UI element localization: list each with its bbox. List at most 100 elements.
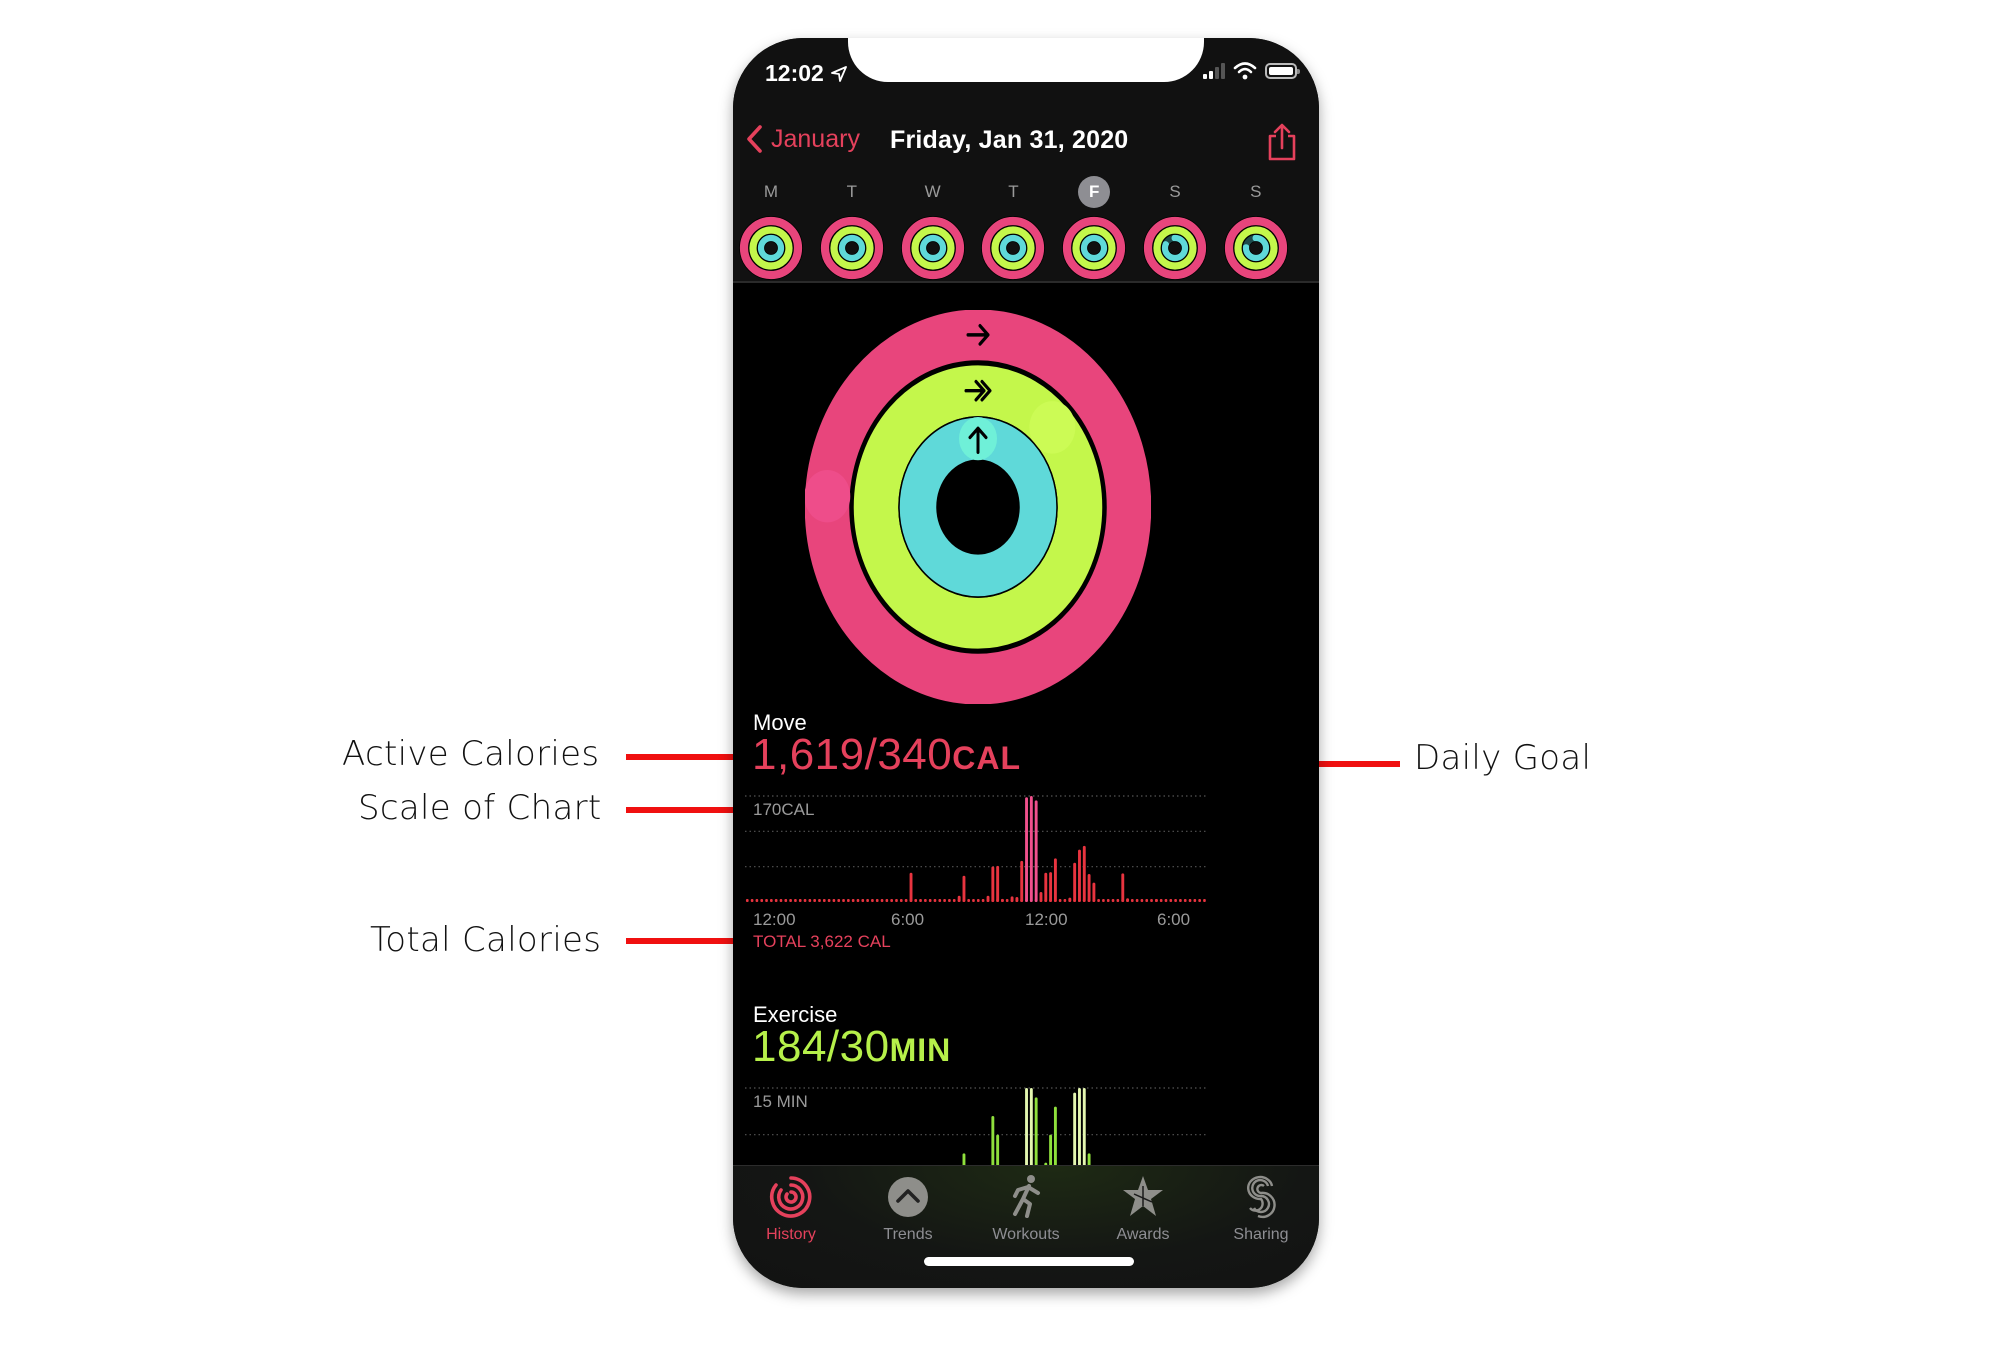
baseline-dot <box>798 899 802 902</box>
baseline-dot <box>856 899 860 902</box>
baseline-dot <box>1116 899 1120 902</box>
awards-icon <box>1123 1176 1163 1216</box>
tab-awards[interactable]: Awards <box>1088 1166 1198 1244</box>
baseline-dot <box>904 899 908 902</box>
chart-bar <box>1015 897 1019 902</box>
chart-bar <box>1092 882 1096 902</box>
chart-bar <box>1073 862 1077 902</box>
chart-bar <box>1025 797 1028 902</box>
exercise-value-unit: MIN <box>889 1032 952 1068</box>
baseline-dot <box>1150 899 1153 902</box>
tab-label: History <box>766 1226 816 1243</box>
tab-sharing[interactable]: Sharing <box>1206 1166 1316 1244</box>
baseline-dot <box>976 899 980 902</box>
move-xtick-0: 12:00 <box>753 910 796 929</box>
baseline-dot <box>981 899 985 902</box>
tab-label: Trends <box>883 1226 933 1243</box>
baseline-dot <box>914 899 918 902</box>
day-letter: T <box>1008 182 1019 201</box>
annotation-arrow-scale <box>626 807 736 813</box>
baseline-dot <box>928 899 932 902</box>
chart-bar <box>1126 898 1130 902</box>
baseline-dot <box>1102 899 1105 902</box>
share-icon[interactable] <box>1265 122 1299 162</box>
week-day-2[interactable]: W <box>900 176 966 280</box>
baseline-dot <box>1159 899 1163 902</box>
baseline-dot <box>1058 899 1062 902</box>
annotation-active-calories: Active Calories <box>342 734 600 774</box>
baseline-dot <box>861 899 865 902</box>
baseline-dot <box>1135 899 1139 902</box>
tab-trends[interactable]: Trends <box>853 1166 963 1244</box>
baseline-dot <box>1111 899 1115 902</box>
chart-bar <box>1034 800 1038 902</box>
week-day-1[interactable]: T <box>819 176 885 280</box>
baseline-dot <box>832 899 836 902</box>
tab-history[interactable]: History <box>736 1166 846 1244</box>
move-xtick-2: 12:00 <box>1025 910 1068 929</box>
day-letter: S <box>1169 182 1181 201</box>
baseline-dot <box>1193 899 1197 902</box>
baseline-dot <box>938 899 942 902</box>
move-value: 1,619/340CAL <box>752 730 1021 780</box>
day-letter: F <box>1078 176 1111 208</box>
chart-bar <box>957 895 961 902</box>
baseline-dot <box>880 899 884 902</box>
baseline-dot <box>803 899 807 902</box>
move-value-number: 1,619/340 <box>752 730 953 779</box>
sharing-icon <box>1247 1175 1276 1219</box>
week-day-3[interactable]: T <box>980 176 1046 280</box>
baseline-dot <box>813 899 816 902</box>
page-title: Friday, Jan 31, 2020 <box>890 126 1129 154</box>
baseline-dot <box>933 899 937 902</box>
baseline-dot <box>822 899 826 902</box>
mini-activity-rings <box>1062 216 1127 280</box>
baseline-dot <box>1174 899 1177 902</box>
activity-rings <box>805 310 1151 704</box>
baseline-dot <box>847 899 850 902</box>
chart-bar <box>1121 873 1125 902</box>
location-arrow-icon <box>831 66 847 82</box>
chart-bar <box>1020 860 1024 902</box>
baseline-dot <box>866 899 869 902</box>
trends-icon <box>888 1177 928 1217</box>
mini-activity-rings <box>900 216 965 280</box>
tab-workouts[interactable]: Workouts <box>971 1166 1081 1244</box>
baseline-dot <box>808 899 812 902</box>
chart-bar <box>1010 896 1014 902</box>
move-value-unit: CAL <box>952 740 1022 776</box>
week-day-5[interactable]: S <box>1142 176 1208 280</box>
signal-icon <box>1203 63 1225 79</box>
baseline-dot <box>765 899 768 902</box>
chart-bar <box>1001 898 1004 902</box>
week-day-6[interactable]: S <box>1223 176 1289 280</box>
week-day-4[interactable]: F <box>1061 176 1127 280</box>
tab-label: Awards <box>1116 1226 1170 1243</box>
back-label: January <box>771 124 860 153</box>
move-scale-label: 170CAL <box>753 800 815 819</box>
baseline-dot <box>1130 899 1134 902</box>
notch <box>848 38 1204 82</box>
back-button[interactable]: January <box>745 124 860 154</box>
baseline-dot <box>789 899 792 902</box>
status-icons <box>1203 62 1300 80</box>
chart-bar <box>1082 845 1086 902</box>
mini-activity-rings <box>1223 216 1288 280</box>
annotation-arrow-total <box>626 938 736 944</box>
baseline-dot <box>967 899 970 902</box>
chart-bar <box>1068 897 1072 902</box>
baseline-dot <box>1169 899 1173 902</box>
mini-activity-rings <box>1143 216 1207 280</box>
week-day-0[interactable]: M <box>738 176 804 280</box>
chart-bar <box>1029 796 1033 902</box>
home-indicator[interactable] <box>924 1257 1134 1266</box>
chart-bar <box>909 872 913 902</box>
chart-bar <box>1044 872 1048 902</box>
baseline-dot <box>755 899 759 902</box>
move-xtick-3: 6:00 <box>1157 910 1191 929</box>
status-time: 12:02 <box>765 60 824 86</box>
baseline-dot <box>818 899 821 902</box>
baseline-dot <box>837 899 841 902</box>
baseline-dot <box>952 899 956 902</box>
chevron-left-icon <box>747 125 762 153</box>
